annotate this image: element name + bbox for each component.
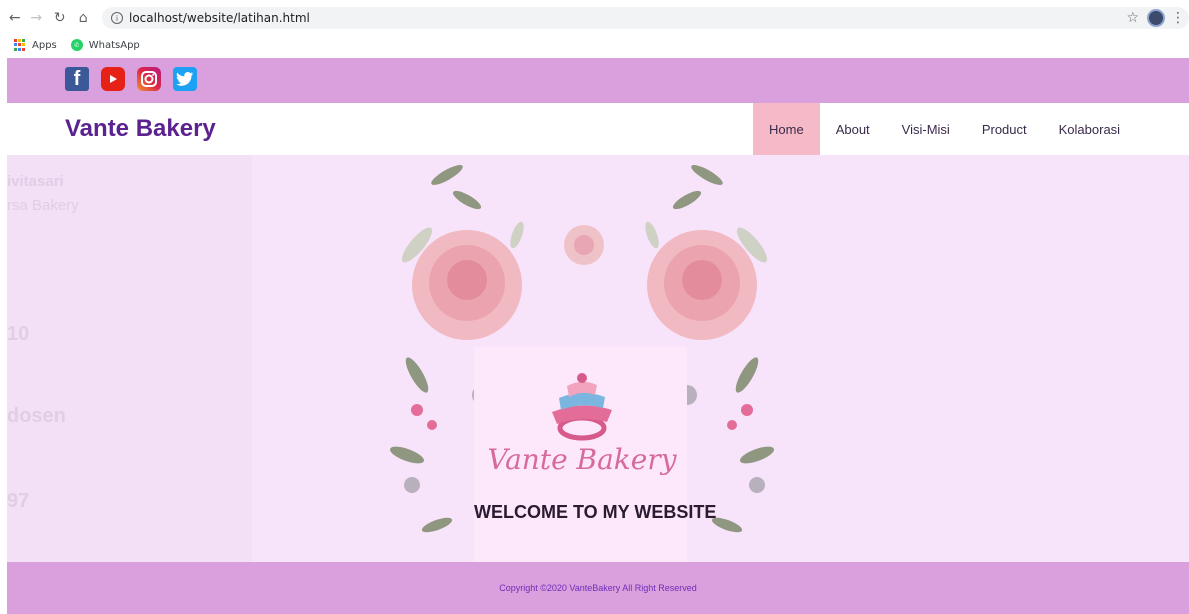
apps-grid-icon[interactable] xyxy=(14,39,26,51)
forward-arrow-icon[interactable]: → xyxy=(28,9,46,27)
background-faded-panel xyxy=(7,155,252,562)
facebook-icon[interactable]: f xyxy=(65,67,89,91)
social-bar: f xyxy=(7,58,1189,103)
nav-visi-misi[interactable]: Visi-Misi xyxy=(886,103,966,155)
nav-kolaborasi[interactable]: Kolaborasi xyxy=(1043,103,1136,155)
main-nav: Home About Visi-Misi Product Kolaborasi xyxy=(753,103,1136,155)
url-text[interactable]: localhost/website/latihan.html xyxy=(129,11,310,25)
instagram-icon[interactable] xyxy=(137,67,161,91)
whatsapp-icon[interactable]: ✆ xyxy=(70,39,83,51)
nav-home[interactable]: Home xyxy=(753,103,820,155)
brand-title[interactable]: Vante Bakery xyxy=(65,115,216,143)
ghost-text: 97 xyxy=(7,490,30,512)
ghost-text: dosen xyxy=(7,405,66,427)
twitter-icon[interactable] xyxy=(173,67,197,91)
nav-about[interactable]: About xyxy=(820,103,886,155)
ghost-text: ivitasari xyxy=(7,173,64,190)
ghost-text: 10 xyxy=(7,323,30,345)
kebab-menu-icon[interactable]: ⋮ xyxy=(1171,10,1185,26)
youtube-icon[interactable] xyxy=(101,67,125,91)
address-row: ← → ↻ ⌂ i localhost/website/latihan.html… xyxy=(0,6,1189,30)
logo-wordmark: Vante Bakery xyxy=(487,443,677,476)
hero-section: ivitasari rsa Bakery 10 dosen 97 Vante B… xyxy=(7,155,1189,562)
bookmark-apps[interactable]: Apps xyxy=(32,40,57,51)
social-icons: f xyxy=(65,67,197,91)
bookmark-whatsapp[interactable]: WhatsApp xyxy=(89,40,140,51)
address-bar[interactable]: i localhost/website/latihan.html ☆ ⋮ xyxy=(102,7,1189,29)
profile-avatar-icon[interactable] xyxy=(1147,9,1165,27)
ghost-text: rsa Bakery xyxy=(7,197,79,214)
bookmark-star-icon[interactable]: ☆ xyxy=(1126,10,1139,26)
nav-product[interactable]: Product xyxy=(966,103,1043,155)
browser-chrome: ← → ↻ ⌂ i localhost/website/latihan.html… xyxy=(0,0,1189,58)
info-icon[interactable]: i xyxy=(111,12,123,24)
reload-icon[interactable]: ↻ xyxy=(51,9,69,27)
site-header: Vante Bakery Home About Visi-Misi Produc… xyxy=(7,103,1189,155)
bookmarks-bar: Apps ✆ WhatsApp xyxy=(0,36,140,54)
home-icon[interactable]: ⌂ xyxy=(75,9,93,27)
cake-logo-icon xyxy=(552,373,612,441)
site-footer: Copyright ©2020 VanteBakery All Right Re… xyxy=(7,562,1189,614)
welcome-heading: WELCOME TO MY WEBSITE xyxy=(474,502,717,522)
back-arrow-icon[interactable]: ← xyxy=(6,9,24,27)
copyright-text: Copyright ©2020 VanteBakery All Right Re… xyxy=(499,583,697,593)
